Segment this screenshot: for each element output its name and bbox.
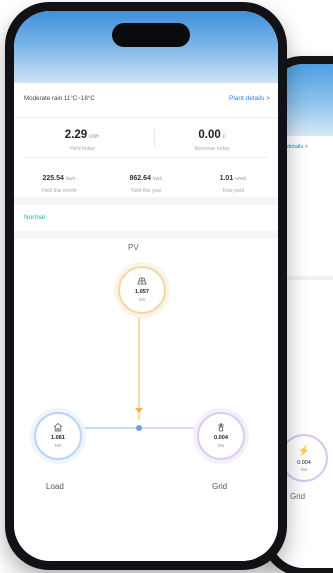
solar-panel-icon xyxy=(120,276,164,289)
grid-flow-line xyxy=(139,427,195,429)
weather-text: Moderate rain 11°C~18°C xyxy=(24,95,95,102)
grid-label: Grid xyxy=(212,482,228,491)
status-text: Normal xyxy=(24,214,45,221)
stat-value: 225.54 xyxy=(42,175,64,182)
load-flow-line xyxy=(82,427,139,429)
stat-label: Total yield xyxy=(221,188,245,194)
pv-unit: kW xyxy=(138,297,146,302)
pv-flow-line xyxy=(138,316,140,420)
section-gap xyxy=(14,231,278,239)
status-bar: Normal xyxy=(14,205,278,232)
flow-arrow-icon xyxy=(135,408,143,413)
power-tower-icon: ⚡ xyxy=(297,446,311,457)
pv-value: 1.057 xyxy=(135,289,149,295)
grid-unit: kW xyxy=(217,443,225,448)
yield-today-label: Yield today xyxy=(69,146,95,152)
power-tower-icon xyxy=(199,422,243,435)
grid-value: 0.004 xyxy=(214,435,228,441)
divider xyxy=(24,157,268,158)
plant-details-link[interactable]: Plant details > xyxy=(229,95,270,102)
stat-label: Yield this year xyxy=(130,188,162,194)
grid-node[interactable]: 0.004 kW xyxy=(197,412,245,460)
stat-yield-year: 862.64 kWh Yield this year xyxy=(105,167,187,194)
stat-value: 1.01 xyxy=(219,175,234,182)
home-icon xyxy=(36,422,80,435)
load-label: Load xyxy=(46,482,64,491)
flow-junction-dot xyxy=(136,425,142,431)
pv-label: PV xyxy=(128,243,139,252)
stat-unit: kWh xyxy=(152,177,163,182)
stat-value: 862.64 xyxy=(129,175,151,182)
load-unit: kW xyxy=(54,443,62,448)
revenue-today-label: Revenue today xyxy=(194,146,230,152)
load-node[interactable]: 1.061 kW xyxy=(34,412,82,460)
revenue-today-value: 0.00 xyxy=(198,129,221,141)
background-grid-unit: kW xyxy=(300,467,308,472)
dynamic-island xyxy=(112,23,190,47)
revenue-today-unit: € xyxy=(222,134,226,140)
background-grid-value: 0.004 xyxy=(297,460,311,466)
stat-yield-month: 225.54 kWh Yield this month xyxy=(18,167,100,194)
app-screenshot: ant details > ⚡ 0.004 kW Grid Moderate r… xyxy=(0,0,333,573)
stat-label: Yield this month xyxy=(41,188,77,194)
section-gap xyxy=(14,197,278,205)
load-value: 1.061 xyxy=(51,435,65,441)
background-grid-node: ⚡ 0.004 kW xyxy=(280,434,328,482)
yield-today-value: 2.29 xyxy=(64,129,88,141)
pv-node[interactable]: 1.057 kW xyxy=(118,266,166,314)
header-banner xyxy=(14,11,278,83)
stat-unit: MWh xyxy=(235,177,247,182)
yield-today-unit: kWh xyxy=(89,134,100,140)
background-grid-label: Grid xyxy=(290,492,306,501)
stat-unit: kWh xyxy=(65,177,76,182)
revenue-today: 0.00 € Revenue today xyxy=(152,125,272,152)
stat-total-yield: 1.01 MWh Total yield xyxy=(192,167,274,194)
yield-today: 2.29 kWh Yield today xyxy=(22,125,142,152)
weather-bar: Moderate rain 11°C~18°C Plant details > xyxy=(14,83,278,118)
